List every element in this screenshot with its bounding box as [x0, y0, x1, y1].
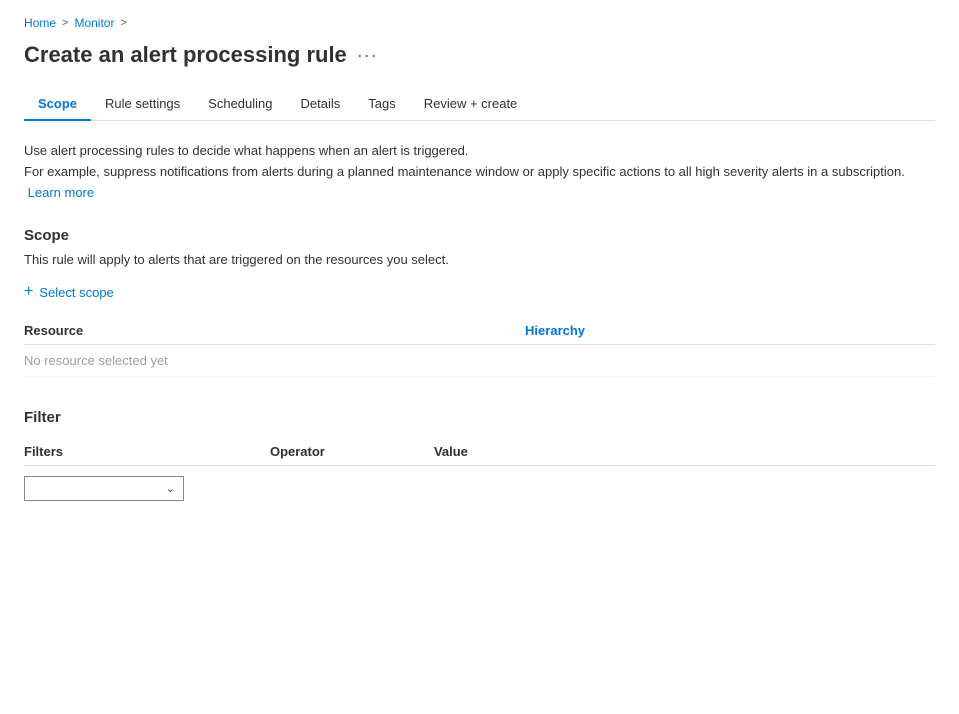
breadcrumb-home[interactable]: Home	[24, 16, 56, 30]
select-scope-label: Select scope	[39, 285, 113, 300]
scope-empty-message: No resource selected yet	[24, 345, 935, 377]
page-title: Create an alert processing rule	[24, 42, 347, 68]
tabs-bar: Scope Rule settings Scheduling Details T…	[24, 88, 935, 121]
tab-scope[interactable]: Scope	[24, 88, 91, 121]
scope-col-hierarchy: Hierarchy	[525, 317, 935, 345]
filter-section: Filter Filters Operator Value ⌄	[24, 409, 935, 501]
scope-table: Resource Hierarchy No resource selected …	[24, 317, 935, 377]
filter-row: ⌄	[24, 466, 935, 502]
breadcrumb-monitor[interactable]: Monitor	[74, 16, 114, 30]
tab-review-create[interactable]: Review + create	[410, 88, 532, 121]
scope-subtext: This rule will apply to alerts that are …	[24, 252, 935, 267]
select-scope-button[interactable]: + Select scope	[24, 279, 114, 305]
filter-operator-cell	[270, 466, 434, 502]
filter-col-value: Value	[434, 438, 935, 466]
filter-col-filters: Filters	[24, 438, 270, 466]
filter-table: Filters Operator Value ⌄	[24, 438, 935, 501]
breadcrumb-sep1: >	[62, 17, 68, 29]
filter-dropdown-cell: ⌄	[24, 466, 270, 502]
breadcrumb: Home > Monitor >	[24, 16, 935, 30]
scope-section: Scope This rule will apply to alerts tha…	[24, 227, 935, 377]
description-block: Use alert processing rules to decide wha…	[24, 141, 935, 203]
scope-empty-row: No resource selected yet	[24, 345, 935, 377]
tab-rule-settings[interactable]: Rule settings	[91, 88, 194, 121]
learn-more-link[interactable]: Learn more	[28, 185, 94, 200]
description-line2: For example, suppress notifications from…	[24, 162, 935, 204]
description-line1: Use alert processing rules to decide wha…	[24, 141, 935, 162]
tab-tags[interactable]: Tags	[354, 88, 409, 121]
filter-value-cell	[434, 466, 935, 502]
filter-dropdown[interactable]: ⌄	[24, 476, 184, 501]
filter-heading: Filter	[24, 409, 935, 426]
scope-heading: Scope	[24, 227, 935, 244]
breadcrumb-sep2: >	[120, 17, 126, 29]
tab-details[interactable]: Details	[287, 88, 355, 121]
scope-col-resource: Resource	[24, 317, 525, 345]
chevron-down-icon: ⌄	[166, 482, 175, 495]
filter-col-operator: Operator	[270, 438, 434, 466]
page-container: Home > Monitor > Create an alert process…	[0, 0, 959, 525]
more-options-icon[interactable]: ···	[357, 45, 378, 66]
plus-icon: +	[24, 283, 33, 301]
page-title-row: Create an alert processing rule ···	[24, 42, 935, 68]
tab-scheduling[interactable]: Scheduling	[194, 88, 286, 121]
